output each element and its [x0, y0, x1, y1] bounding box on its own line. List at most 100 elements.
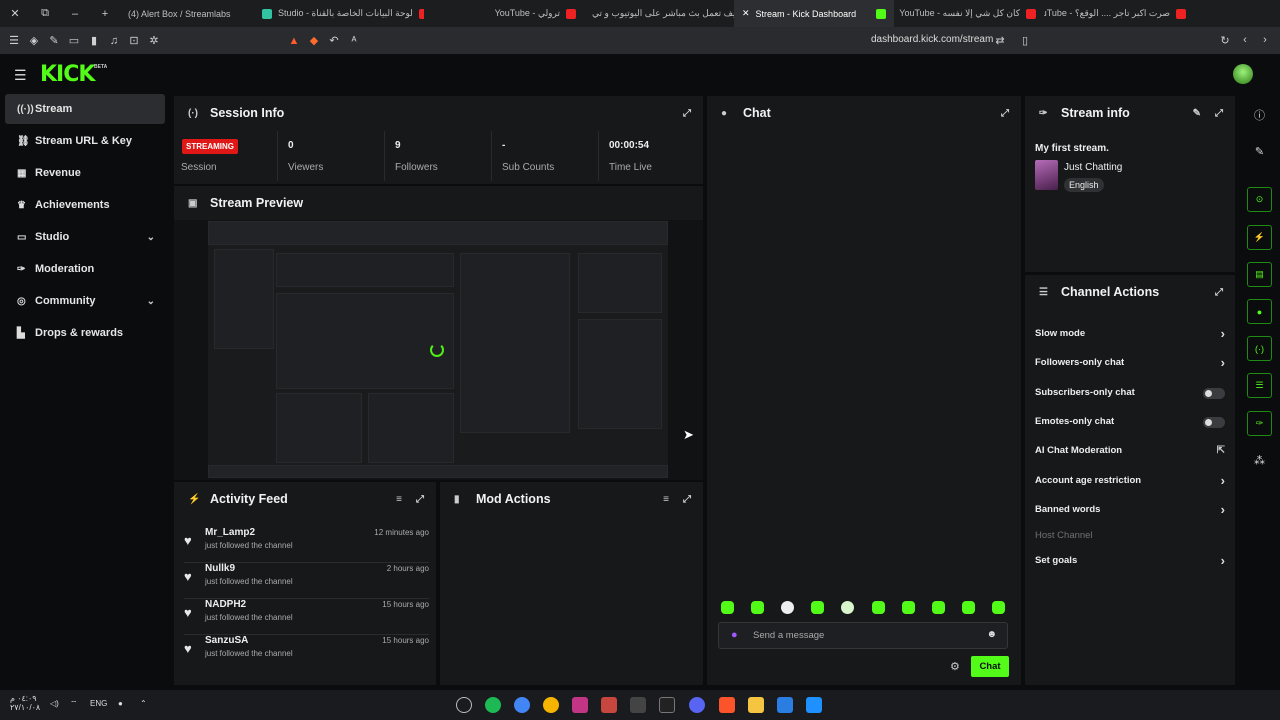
sidebar-item-achievements[interactable]: ♛ Achievements: [5, 190, 165, 220]
chat-bubble-icon[interactable]: ●: [1247, 299, 1272, 324]
popout-icon[interactable]: ⤢: [683, 108, 691, 119]
restore-window-icon[interactable]: ⧉: [30, 7, 60, 20]
shield-icon[interactable]: ◈: [24, 34, 44, 47]
sidebar-item-community[interactable]: ◎ Community ⌄: [5, 286, 165, 316]
app-store-icon[interactable]: [777, 697, 793, 713]
feed-username[interactable]: Mr_Lamp2: [205, 527, 255, 538]
chrome-canary-icon[interactable]: [543, 697, 559, 713]
feed-username[interactable]: SanzuSA: [205, 635, 248, 646]
share-icon[interactable]: ⇄: [990, 34, 1010, 47]
chat-message-input[interactable]: ● Send a message ☻: [718, 622, 1008, 649]
volume-icon[interactable]: ◁): [50, 699, 59, 708]
extension-icon[interactable]: ✎: [44, 34, 64, 47]
sidebar-item-moderation[interactable]: ✑ Moderation: [5, 254, 165, 284]
emote-icon[interactable]: [902, 601, 915, 614]
windows-start-icon[interactable]: [806, 697, 822, 713]
screenshot-icon[interactable]: ⊡: [124, 34, 144, 47]
edit-icon[interactable]: ✎: [1193, 108, 1201, 119]
apps-icon[interactable]: ⁂: [1247, 448, 1272, 473]
file-explorer-icon[interactable]: [748, 697, 764, 713]
subscribers-only-toggle[interactable]: [1203, 388, 1225, 399]
emote-icon[interactable]: [811, 601, 824, 614]
chat-send-button[interactable]: Chat: [971, 656, 1009, 677]
broadcast-icon[interactable]: (·): [1247, 336, 1272, 361]
chrome-icon[interactable]: [514, 697, 530, 713]
voicemod-icon[interactable]: [601, 697, 617, 713]
list-icon[interactable]: ☰: [1247, 373, 1272, 398]
discord-icon[interactable]: [689, 697, 705, 713]
kick-logo[interactable]: KICK: [40, 62, 95, 87]
filter-icon[interactable]: ≡: [663, 494, 669, 505]
forward-arrow-icon[interactable]: ›: [1255, 34, 1275, 46]
terminal-icon[interactable]: [659, 697, 675, 713]
popout-icon[interactable]: ⤢: [1001, 108, 1009, 119]
sidebar-icon[interactable]: ▮: [84, 34, 104, 47]
url-field[interactable]: dashboard.kick.com/stream: [871, 34, 993, 45]
music-icon[interactable]: ♫: [104, 35, 124, 47]
translate-icon[interactable]: ᴬ: [344, 35, 364, 47]
sidebar-item-revenue[interactable]: ▦ Revenue: [5, 158, 165, 188]
hamburger-menu-icon[interactable]: ☰: [14, 67, 27, 84]
browser-tab[interactable]: YouTube - ترولي: [424, 0, 584, 27]
puzzle-icon[interactable]: ✲: [144, 34, 164, 47]
microphone-icon[interactable]: ●: [731, 629, 738, 641]
new-tab-icon[interactable]: +: [90, 8, 120, 20]
banned-words-row[interactable]: Banned words ›: [1035, 502, 1225, 524]
popout-icon[interactable]: ⤢: [683, 494, 691, 505]
edit-icon[interactable]: ✎: [1247, 139, 1272, 164]
slow-mode-row[interactable]: Slow mode ›: [1035, 326, 1225, 348]
document-icon[interactable]: ▤: [1247, 262, 1272, 287]
emoji-icon[interactable]: ☻: [986, 629, 997, 640]
menu-icon[interactable]: ☰: [4, 34, 24, 47]
browser-tab[interactable]: Studio - لوحة البيانات الخاصة بالقناة: [254, 0, 424, 27]
emote-icon[interactable]: [781, 601, 794, 614]
emote-icon[interactable]: [932, 601, 945, 614]
popout-icon[interactable]: ⤢: [1215, 287, 1223, 298]
brave-icon[interactable]: [719, 697, 735, 713]
browser-tab[interactable]: YouTube - كان كل شي إلا نفسه: [894, 0, 1044, 27]
brave-shield-icon[interactable]: ◆: [304, 34, 324, 47]
lightning-icon[interactable]: ⚡: [1247, 225, 1272, 250]
microphone-icon[interactable]: ●: [118, 699, 123, 708]
spotify-icon[interactable]: [485, 697, 501, 713]
info-icon[interactable]: ⓘ: [1247, 102, 1272, 127]
close-tab-icon[interactable]: ✕: [742, 8, 750, 19]
wrench-icon[interactable]: ✑: [1247, 411, 1272, 436]
brave-rewards-icon[interactable]: ▲: [284, 35, 304, 47]
ai-moderation-row[interactable]: AI Chat Moderation ⇱: [1035, 445, 1225, 465]
emote-icon[interactable]: [841, 601, 854, 614]
browser-tab[interactable]: كيف تعمل بث مباشر على اليوتيوب و تي: [584, 0, 734, 27]
popout-icon[interactable]: ⤢: [1215, 108, 1223, 119]
stream-preview-video[interactable]: [208, 221, 668, 478]
avatar[interactable]: [1233, 64, 1253, 84]
emote-icon[interactable]: [721, 601, 734, 614]
app-icon[interactable]: [456, 697, 472, 713]
feed-username[interactable]: NADPH2: [205, 599, 246, 610]
emotes-only-toggle[interactable]: [1203, 417, 1225, 428]
feed-username[interactable]: Nullk9: [205, 563, 235, 574]
browser-tab-active[interactable]: ✕ Stream - Kick Dashboard: [734, 0, 894, 27]
filter-icon[interactable]: ≡: [396, 494, 402, 505]
back-icon[interactable]: ↶: [324, 34, 344, 47]
instagram-icon[interactable]: [572, 697, 588, 713]
browser-tab[interactable]: (4) Alert Box / Streamlabs: [120, 0, 254, 27]
network-icon[interactable]: ⌔: [70, 699, 78, 709]
emote-icon[interactable]: [962, 601, 975, 614]
emote-icon[interactable]: [992, 601, 1005, 614]
emote-icon[interactable]: [872, 601, 885, 614]
camera-icon[interactable]: ⊙: [1247, 187, 1272, 212]
reload-icon[interactable]: ↻: [1215, 34, 1235, 47]
sidebar-item-stream-url-key[interactable]: ⛓ Stream URL & Key: [5, 126, 165, 156]
set-goals-row[interactable]: Set goals ›: [1035, 553, 1225, 575]
followers-only-row[interactable]: Followers-only chat ›: [1035, 355, 1225, 377]
stream-category[interactable]: Just Chatting: [1064, 162, 1122, 173]
back-arrow-icon[interactable]: ‹: [1235, 34, 1255, 46]
minimize-window-icon[interactable]: –: [60, 8, 90, 20]
language-indicator[interactable]: ENG: [90, 699, 107, 708]
close-window-icon[interactable]: ✕: [0, 7, 30, 20]
bookmark-icon[interactable]: ▯: [1015, 34, 1035, 47]
store-icon[interactable]: [630, 697, 646, 713]
tabs-icon[interactable]: ▭: [64, 34, 84, 47]
sidebar-item-drops-rewards[interactable]: ▙ Drops & rewards: [5, 318, 165, 348]
emote-icon[interactable]: [751, 601, 764, 614]
